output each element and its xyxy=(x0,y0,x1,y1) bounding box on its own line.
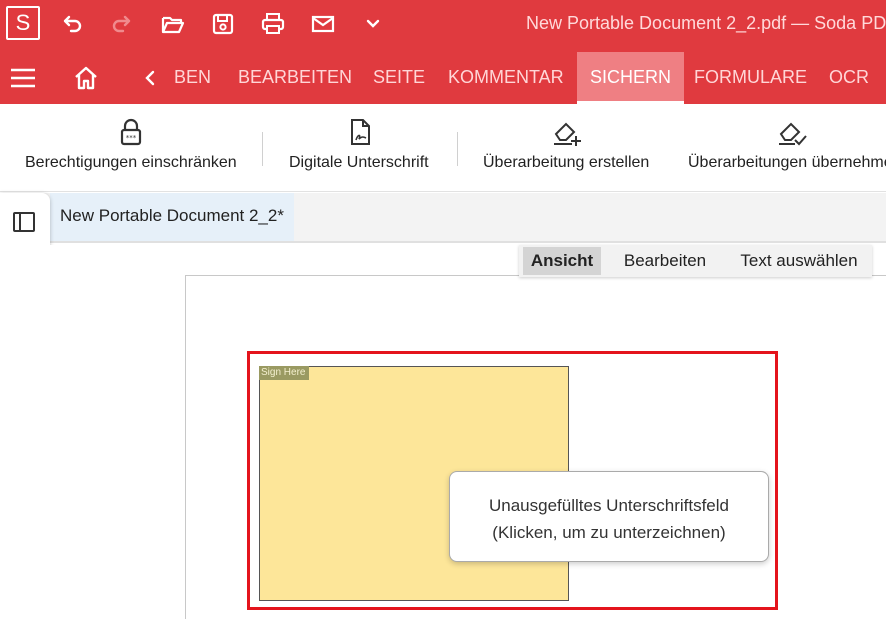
email-icon[interactable] xyxy=(307,8,339,40)
sidebar-toggle-icon[interactable] xyxy=(11,209,37,235)
chevron-down-icon[interactable] xyxy=(357,8,389,40)
ribbon-separator xyxy=(262,132,263,166)
tab-seite[interactable]: SEITE xyxy=(373,52,425,104)
tab-ansicht-partial[interactable]: BEN xyxy=(174,52,211,104)
signature-tooltip: Unausgefülltes Unterschriftsfeld (Klicke… xyxy=(449,471,769,562)
document-tab-strip: New Portable Document 2_2* xyxy=(0,193,886,243)
undo-icon[interactable] xyxy=(56,8,88,40)
tab-formulare[interactable]: FORMULARE xyxy=(694,52,807,104)
tooltip-line-1: Unausgefülltes Unterschriftsfeld xyxy=(488,496,729,515)
tab-kommentar[interactable]: KOMMENTAR xyxy=(448,52,564,104)
app-window: S New Portable Document 2_2.pdf — Soda P… xyxy=(0,0,886,619)
restrict-permissions-label: Berechtigungen einschränken xyxy=(25,154,237,171)
print-icon[interactable] xyxy=(257,8,289,40)
create-redaction-label: Überarbeitung erstellen xyxy=(483,154,650,171)
signature-document-icon xyxy=(351,119,370,145)
lock-icon: *** xyxy=(120,118,142,146)
apply-redactions-label: Überarbeitungen übernehmen xyxy=(688,154,886,171)
window-title: New Portable Document 2_2.pdf — Soda PDF xyxy=(526,13,886,33)
tooltip-line-2: (Klicken, um zu unterzeichnen) xyxy=(492,523,726,542)
ribbon-separator xyxy=(457,132,458,166)
mode-ansicht-button[interactable]: Ansicht xyxy=(523,247,601,275)
tab-bearbeiten[interactable]: BEARBEITEN xyxy=(238,52,352,104)
app-logo[interactable]: S xyxy=(6,6,40,40)
open-folder-icon[interactable] xyxy=(157,8,189,40)
save-icon[interactable] xyxy=(207,8,239,40)
apply-redactions-button[interactable]: Überarbeitungen übernehmen xyxy=(683,104,886,192)
mode-text-select-button[interactable]: Text auswählen xyxy=(729,247,869,275)
home-icon[interactable] xyxy=(72,64,100,92)
tabs-scroll-left-icon[interactable] xyxy=(140,66,160,90)
document-tab-title: New Portable Document 2_2* xyxy=(60,206,284,225)
svg-text:***: *** xyxy=(126,134,137,142)
document-tab[interactable]: New Portable Document 2_2* xyxy=(50,193,294,241)
view-mode-bar: Ansicht Bearbeiten Text auswählen xyxy=(519,245,872,277)
mode-bearbeiten-button[interactable]: Bearbeiten xyxy=(611,247,719,275)
hamburger-menu-icon[interactable] xyxy=(8,64,38,92)
create-redaction-button[interactable]: Überarbeitung erstellen xyxy=(478,104,668,192)
tab-sichern[interactable]: SICHERN xyxy=(577,52,685,104)
ribbon-toolbar: *** Berechtigungen einschränken Digitale… xyxy=(0,104,886,192)
restrict-permissions-button[interactable]: *** Berechtigungen einschränken xyxy=(20,104,250,192)
digital-signature-label: Digitale Unterschrift xyxy=(289,154,429,171)
digital-signature-button[interactable]: Digitale Unterschrift xyxy=(284,104,444,192)
sign-here-tag: Sign Here xyxy=(259,366,310,380)
eraser-check-icon xyxy=(779,122,807,146)
tab-ocr[interactable]: OCR xyxy=(829,52,869,104)
redo-icon[interactable] xyxy=(106,8,138,40)
ribbon-tab-bar: BEN BEARBEITEN SEITE KOMMENTAR SICHERN F… xyxy=(0,52,886,104)
eraser-plus-icon xyxy=(554,122,581,146)
title-bar: S New Portable Document 2_2.pdf — Soda P… xyxy=(0,0,886,52)
